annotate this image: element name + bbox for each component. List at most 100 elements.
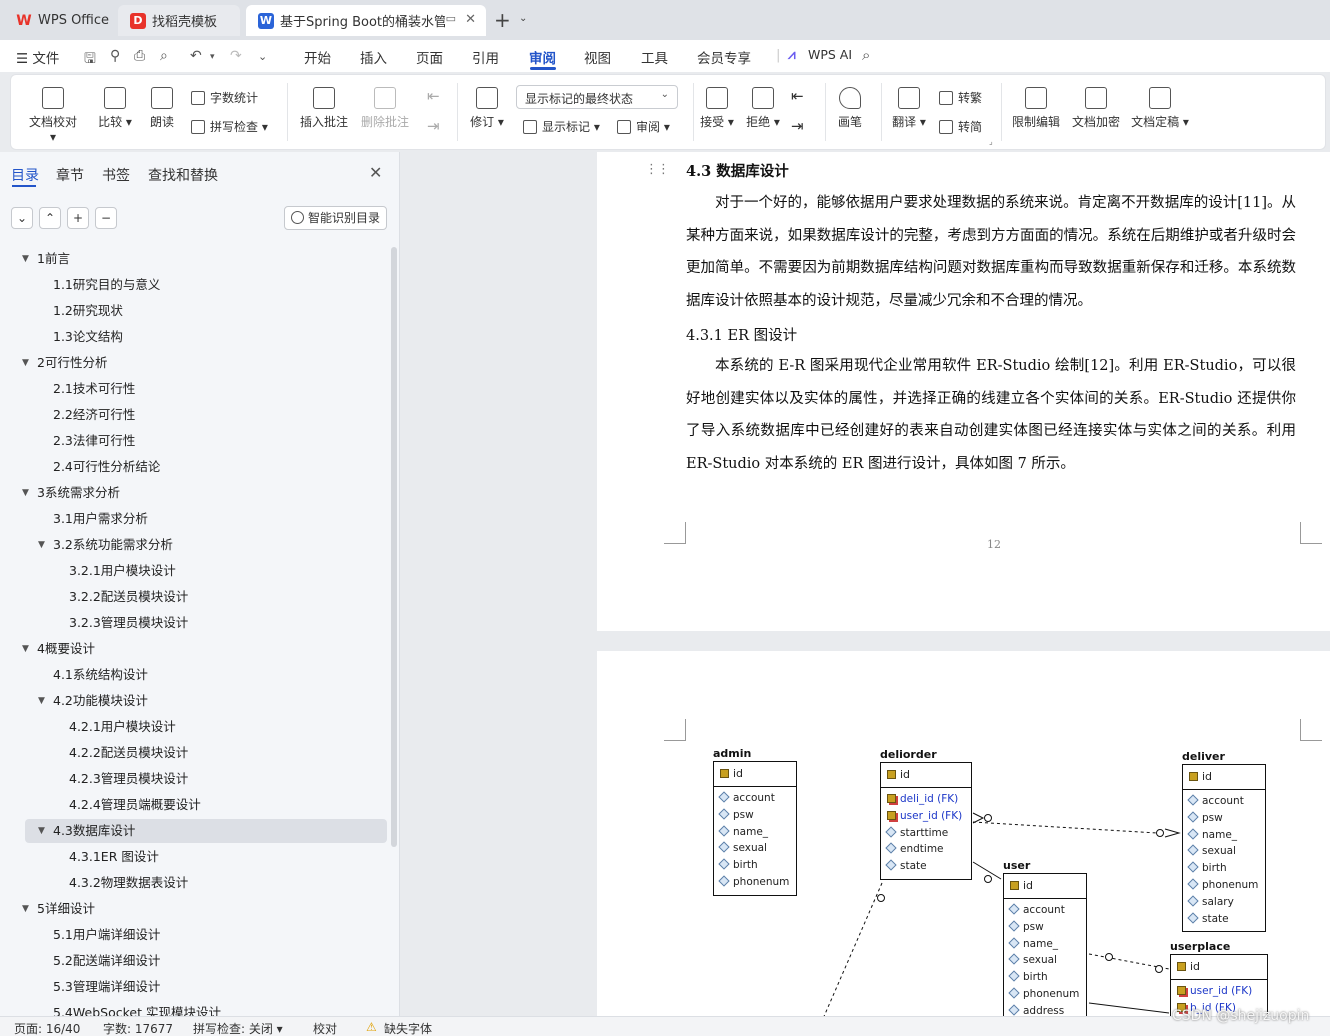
- add-heading-button[interactable]: +: [67, 207, 89, 229]
- menu-file[interactable]: ☰ 文件: [16, 47, 59, 67]
- undo-icon[interactable]: ↶: [190, 48, 202, 64]
- menu-review[interactable]: 审阅: [529, 47, 556, 67]
- expand-arrow-icon[interactable]: ▼: [22, 897, 29, 921]
- toc-item[interactable]: 3.1用户需求分析: [53, 507, 148, 531]
- to-simplified-button[interactable]: 转简: [939, 118, 982, 135]
- toc-item[interactable]: ▼ 3系统需求分析: [22, 481, 120, 505]
- missing-font-button[interactable]: 缺失字体: [384, 1020, 432, 1036]
- search-icon[interactable]: ⌕: [862, 46, 870, 64]
- nav-tab-chapters[interactable]: 章节: [56, 165, 84, 185]
- share-icon[interactable]: ⚲: [110, 48, 120, 64]
- expand-arrow-icon[interactable]: ▼: [22, 637, 29, 661]
- toc-item[interactable]: 5.4WebSocket 实现模块设计: [53, 1001, 221, 1016]
- revise-button[interactable]: 修订 ▾: [467, 87, 507, 130]
- doc-encrypt-button[interactable]: 文档加密: [1071, 87, 1121, 130]
- toc-item[interactable]: 4.2.4管理员端概要设计: [69, 793, 201, 817]
- translate-button[interactable]: 翻译 ▾: [891, 87, 927, 130]
- word-count-indicator[interactable]: 字数: 17677: [103, 1020, 173, 1036]
- toc-item[interactable]: ▼ 5详细设计: [22, 897, 95, 921]
- accept-button[interactable]: 接受 ▾: [699, 87, 735, 130]
- save-icon[interactable]: 🖫: [84, 48, 96, 72]
- show-marks-button[interactable]: 显示标记 ▾: [523, 118, 600, 135]
- spell-check-button[interactable]: 拼写检查 ▾: [191, 118, 268, 135]
- expand-up-button[interactable]: ⌃: [39, 207, 61, 229]
- menu-tools[interactable]: 工具: [641, 47, 668, 67]
- compare-button[interactable]: 比较 ▾: [97, 87, 133, 130]
- monitor-icon[interactable]: ▭: [446, 12, 456, 25]
- read-aloud-button[interactable]: 朗读: [147, 87, 177, 130]
- toc-item[interactable]: 4.3.1ER 图设计: [69, 845, 159, 869]
- toc-item[interactable]: 4.2.2配送员模块设计: [69, 741, 188, 765]
- toc-item[interactable]: 3.2.3管理员模块设计: [69, 611, 188, 635]
- toc-item[interactable]: 1.1研究目的与意义: [53, 273, 160, 297]
- menu-home[interactable]: 开始: [304, 47, 331, 67]
- redo-icon[interactable]: ↷: [230, 48, 242, 64]
- nav-scrollbar[interactable]: [391, 247, 397, 847]
- expand-arrow-icon[interactable]: ▼: [38, 819, 45, 843]
- toc-item[interactable]: 2.2经济可行性: [53, 403, 135, 427]
- menu-wps-ai[interactable]: WPS AI: [808, 47, 852, 62]
- review-pane-button[interactable]: 审阅 ▾: [617, 118, 670, 135]
- toc-item[interactable]: 5.1用户端详细设计: [53, 923, 160, 947]
- toc-item[interactable]: 4.1系统结构设计: [53, 663, 148, 687]
- tab-docer-templates[interactable]: D 找稻壳模板: [118, 5, 240, 36]
- pen-button[interactable]: 画笔: [835, 87, 865, 130]
- toc-item[interactable]: ▼ 4概要设计: [22, 637, 95, 661]
- toc-item[interactable]: 4.3.2物理数据表设计: [69, 871, 188, 895]
- proof-button[interactable]: 校对: [313, 1020, 337, 1036]
- insert-comment-button[interactable]: 插入批注: [298, 87, 350, 130]
- new-tab-icon[interactable]: +: [494, 8, 511, 32]
- expand-arrow-icon[interactable]: ▼: [22, 481, 29, 505]
- toc-item[interactable]: 1.3论文结构: [53, 325, 123, 349]
- toc-item[interactable]: ▼ 3.2系统功能需求分析: [38, 533, 173, 557]
- toc-item[interactable]: 2.4可行性分析结论: [53, 455, 160, 479]
- menu-membership[interactable]: 会员专享: [697, 47, 751, 67]
- chevron-down-icon[interactable]: ⌄: [519, 13, 527, 24]
- reject-button[interactable]: 拒绝 ▾: [745, 87, 781, 130]
- word-count-button[interactable]: 字数统计: [191, 89, 258, 106]
- toc-item[interactable]: 5.2配送端详细设计: [53, 949, 160, 973]
- markup-state-select[interactable]: 显示标记的最终状态 ⌄: [516, 85, 678, 109]
- delete-comment-button[interactable]: 删除批注: [359, 87, 411, 130]
- toc-item[interactable]: 2.1技术可行性: [53, 377, 135, 401]
- toc-item[interactable]: ▼ 4.3数据库设计: [38, 819, 135, 843]
- menu-insert[interactable]: 插入: [360, 47, 387, 67]
- toc-item[interactable]: 2.3法律可行性: [53, 429, 135, 453]
- spell-check-status[interactable]: 拼写检查: 关闭 ▾: [193, 1020, 283, 1036]
- expand-arrow-icon[interactable]: ▼: [38, 533, 45, 557]
- to-traditional-button[interactable]: 转繁: [939, 89, 982, 106]
- tab-current-document[interactable]: W 基于Spring Boot的桶装水管理 ▭ ✕: [246, 5, 486, 36]
- next-comment-icon[interactable]: ⇥: [427, 117, 440, 135]
- nav-tab-toc[interactable]: 目录: [11, 165, 39, 185]
- page-indicator[interactable]: 页面: 16/40: [14, 1020, 80, 1036]
- toc-item[interactable]: 3.2.2配送员模块设计: [69, 585, 188, 609]
- tab-wps-office[interactable]: W WPS Office: [4, 5, 112, 36]
- menu-references[interactable]: 引用: [472, 47, 499, 67]
- nav-tab-find-replace[interactable]: 查找和替换: [148, 165, 218, 185]
- remove-heading-button[interactable]: −: [95, 207, 117, 229]
- toc-item[interactable]: ▼ 1前言: [22, 247, 70, 271]
- collapse-all-button[interactable]: ⌄: [11, 207, 33, 229]
- nav-tab-bookmarks[interactable]: 书签: [102, 165, 130, 185]
- print-preview-icon[interactable]: ⌕: [160, 48, 168, 64]
- close-icon[interactable]: ✕: [369, 163, 382, 182]
- expand-arrow-icon[interactable]: ▼: [38, 689, 45, 713]
- previous-change-icon[interactable]: ⇤: [791, 87, 804, 105]
- toc-item[interactable]: 1.2研究现状: [53, 299, 123, 323]
- close-tab-icon[interactable]: ✕: [465, 12, 476, 27]
- doc-finalize-button[interactable]: 文档定稿 ▾: [1131, 87, 1189, 130]
- expand-arrow-icon[interactable]: ▼: [22, 351, 29, 375]
- toc-item[interactable]: ▼ 4.2功能模块设计: [38, 689, 148, 713]
- restrict-edit-button[interactable]: 限制编辑: [1011, 87, 1061, 130]
- previous-comment-icon[interactable]: ⇤: [427, 87, 440, 105]
- toc-item[interactable]: 4.2.1用户模块设计: [69, 715, 176, 739]
- smart-toc-button[interactable]: 智能识别目录: [284, 206, 387, 230]
- toc-item[interactable]: 4.2.3管理员模块设计: [69, 767, 188, 791]
- toc-item[interactable]: 5.3管理端详细设计: [53, 975, 160, 999]
- doc-check-button[interactable]: 文档校对 ▾: [27, 87, 79, 144]
- ribbon-expand-icon[interactable]: ⌟: [989, 137, 993, 146]
- toc-item[interactable]: 3.2.1用户模块设计: [69, 559, 176, 583]
- expand-arrow-icon[interactable]: ▼: [22, 247, 29, 271]
- drag-handle-icon[interactable]: ⋮⋮: [645, 162, 670, 177]
- menu-view[interactable]: 视图: [584, 47, 611, 67]
